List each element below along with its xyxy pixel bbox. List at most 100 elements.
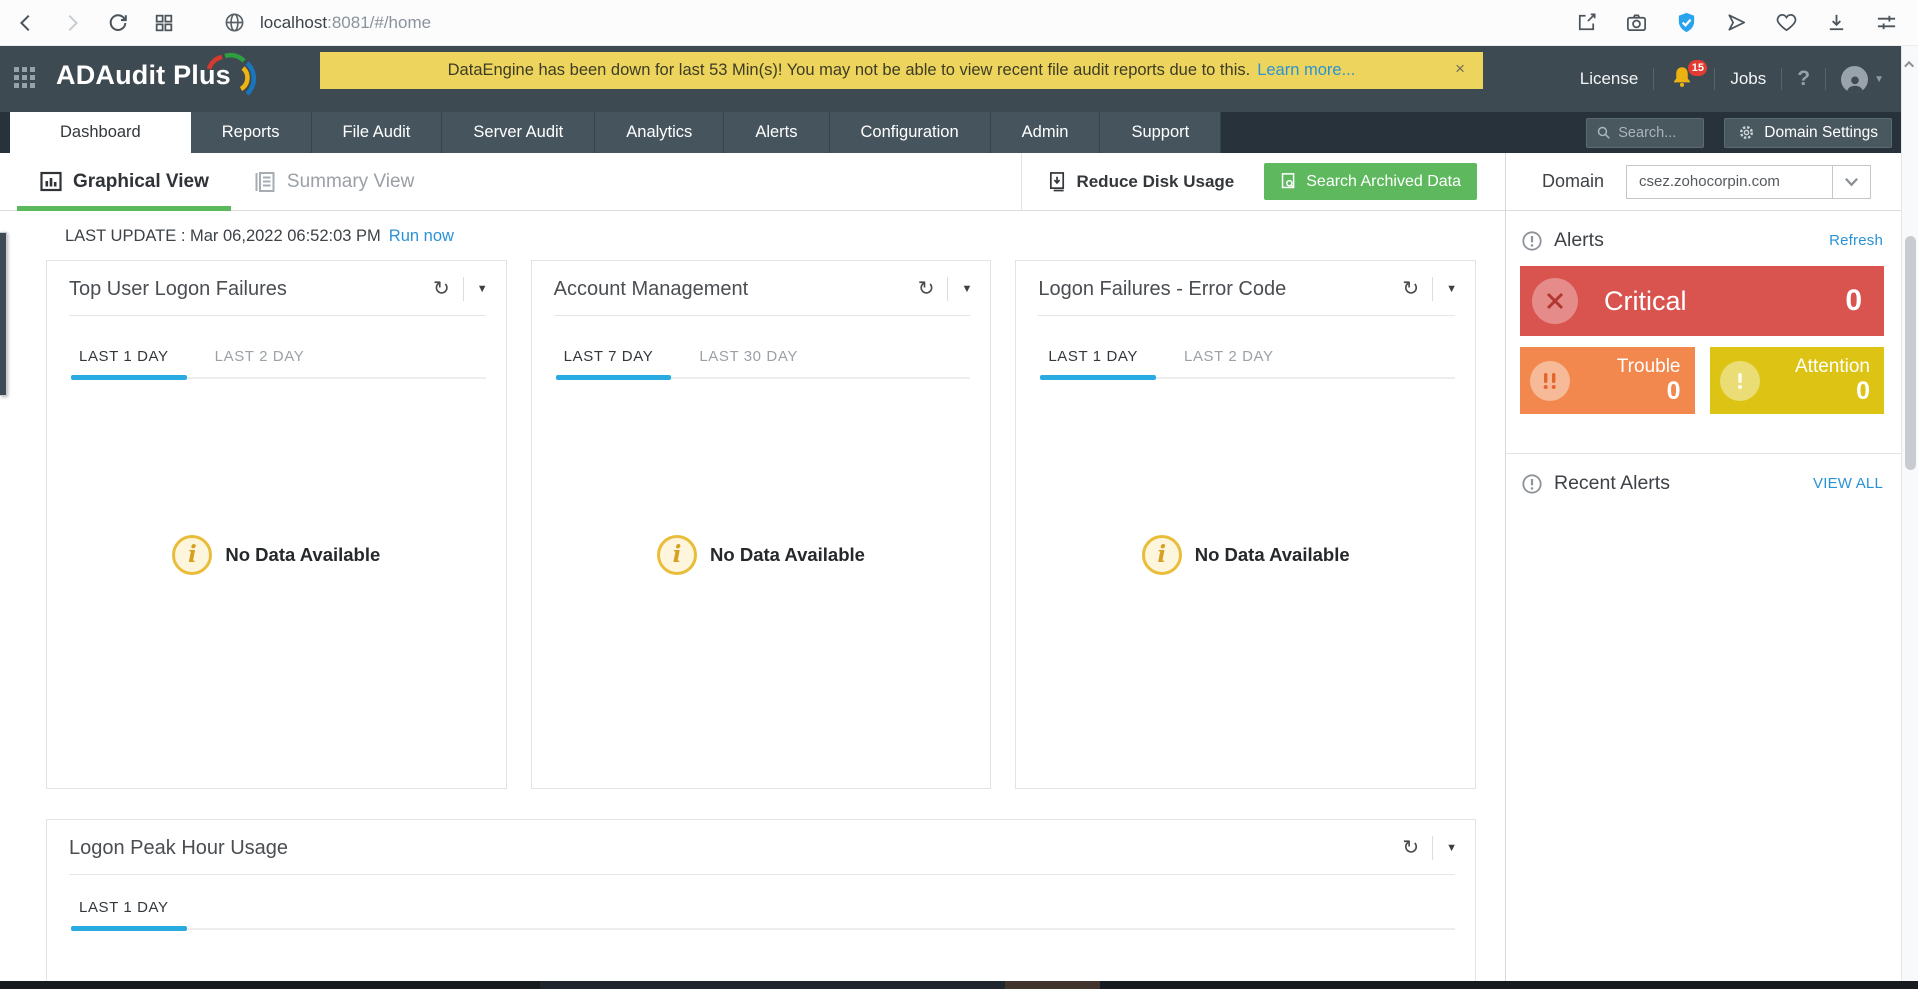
attention-label: Attention (1795, 357, 1870, 376)
edit-icon[interactable] (1574, 11, 1598, 35)
widget-tab-last-1-day[interactable]: LAST 1 DAY (71, 348, 187, 377)
shield-check-icon[interactable] (1674, 11, 1698, 35)
banner-close-icon[interactable]: × (1455, 59, 1465, 79)
widget-menu-caret-icon[interactable]: ▼ (477, 283, 488, 295)
widget-account-management: Account Management ↻ ▼ LAST 7 DAY LAST 3… (531, 260, 992, 789)
widget-period-tabs: LAST 1 DAY (71, 899, 1455, 930)
taskbar-segment (1005, 981, 1100, 989)
widget-menu-caret-icon[interactable]: ▼ (1446, 842, 1457, 854)
nav-tab-analytics[interactable]: Analytics (595, 112, 724, 153)
domain-selector-row: Domain csez.zohocorpin.com (1506, 153, 1901, 211)
widget-refresh-icon[interactable]: ↻ (433, 279, 450, 299)
trouble-exclaim-icon (1530, 361, 1570, 401)
widget-action-separator (463, 277, 464, 301)
search-box[interactable] (1586, 118, 1704, 148)
widget-tab-last-30-day[interactable]: LAST 30 DAY (671, 348, 816, 377)
search-archived-data-label: Search Archived Data (1306, 173, 1461, 191)
widget-title: Account Management (554, 278, 749, 301)
widget-menu-caret-icon[interactable]: ▼ (961, 283, 972, 295)
attention-alerts-tile[interactable]: Attention 0 (1710, 347, 1885, 414)
jobs-link[interactable]: Jobs (1730, 69, 1766, 89)
scrollbar-thumb[interactable] (1905, 236, 1916, 470)
search-archived-data-button[interactable]: Search Archived Data (1264, 163, 1477, 200)
camera-icon[interactable] (1624, 11, 1648, 35)
critical-count: 0 (1845, 284, 1862, 318)
tab-graphical-view[interactable]: Graphical View (17, 153, 231, 210)
widget-title: Top User Logon Failures (69, 278, 287, 301)
alert-circle-icon (1521, 473, 1543, 495)
forward-icon[interactable] (60, 11, 84, 35)
user-menu[interactable]: ▼ (1841, 66, 1884, 93)
reload-icon[interactable] (106, 11, 130, 35)
graphical-view-icon (39, 170, 63, 194)
dataengine-warning-banner: DataEngine has been down for last 53 Min… (320, 52, 1483, 89)
reduce-disk-icon (1048, 171, 1067, 192)
back-icon[interactable] (14, 11, 38, 35)
globe-icon[interactable] (222, 11, 246, 35)
nav-tab-admin[interactable]: Admin (991, 112, 1101, 153)
recent-alerts-title: Recent Alerts (1554, 472, 1670, 495)
help-icon[interactable]: ? (1797, 67, 1810, 91)
widget-action-separator (1432, 836, 1433, 860)
widget-tab-last-1-day[interactable]: LAST 1 DAY (71, 899, 187, 928)
chevron-down-icon[interactable] (1832, 166, 1870, 198)
send-icon[interactable] (1724, 11, 1748, 35)
widget-period-tabs: LAST 1 DAY LAST 2 DAY (1040, 348, 1455, 379)
nav-tab-file-audit[interactable]: File Audit (312, 112, 443, 153)
scrollbar-up-icon[interactable] (1902, 46, 1918, 82)
header-separator (1825, 68, 1826, 90)
nav-tab-configuration[interactable]: Configuration (830, 112, 991, 153)
nav-tab-alerts[interactable]: Alerts (724, 112, 829, 153)
tab-summary-view[interactable]: Summary View (231, 153, 436, 210)
nav-tab-reports[interactable]: Reports (191, 112, 312, 153)
view-all-link[interactable]: VIEW ALL (1813, 475, 1883, 492)
settings-sliders-icon[interactable] (1874, 11, 1898, 35)
user-caret-icon: ▼ (1874, 74, 1884, 85)
nav-tab-support[interactable]: Support (1100, 112, 1221, 153)
trouble-count: 0 (1617, 379, 1681, 404)
reduce-disk-usage-button[interactable]: Reduce Disk Usage (1048, 171, 1234, 192)
nav-tab-dashboard[interactable]: Dashboard (10, 112, 191, 153)
notifications-bell-icon[interactable]: 15 (1669, 64, 1699, 94)
widget-refresh-icon[interactable]: ↻ (1402, 838, 1419, 858)
domain-settings-label: Domain Settings (1764, 124, 1878, 142)
last-update-text: LAST UPDATE : Mar 06,2022 06:52:03 PM (65, 227, 381, 246)
nav-tab-server-audit[interactable]: Server Audit (442, 112, 595, 153)
alerts-header: Alerts Refresh (1506, 211, 1901, 264)
critical-alerts-banner[interactable]: Critical 0 (1520, 266, 1884, 336)
download-icon[interactable] (1824, 11, 1848, 35)
widget-title: Logon Peak Hour Usage (69, 837, 288, 860)
widget-tab-last-1-day[interactable]: LAST 1 DAY (1040, 348, 1156, 377)
logo-swoosh-icon (201, 50, 259, 100)
search-icon (1596, 125, 1611, 140)
summary-view-icon (253, 170, 277, 194)
left-panel-handle[interactable] (0, 232, 7, 396)
alert-circle-icon (1521, 230, 1543, 252)
url-path: :8081/#/home (327, 13, 431, 32)
favorites-heart-icon[interactable] (1774, 11, 1798, 35)
search-input[interactable] (1618, 125, 1698, 141)
domain-settings-button[interactable]: Domain Settings (1724, 118, 1892, 148)
address-bar[interactable]: localhost:8081/#/home (260, 13, 431, 33)
widget-tab-last-2-day[interactable]: LAST 2 DAY (1156, 348, 1292, 377)
app-logo[interactable]: ADAudit Plus (56, 60, 231, 91)
user-avatar-icon (1841, 66, 1868, 93)
archive-search-icon (1280, 172, 1297, 191)
apps-grid-icon[interactable] (14, 67, 40, 91)
widget-tab-last-7-day[interactable]: LAST 7 DAY (556, 348, 672, 377)
tab-grid-icon[interactable] (152, 11, 176, 35)
license-link[interactable]: License (1580, 69, 1639, 89)
page-scrollbar[interactable] (1901, 46, 1918, 989)
widget-tab-last-2-day[interactable]: LAST 2 DAY (187, 348, 323, 377)
trouble-alerts-tile[interactable]: Trouble 0 (1520, 347, 1695, 414)
widget-refresh-icon[interactable]: ↻ (1402, 279, 1419, 299)
summary-view-label: Summary View (287, 171, 414, 193)
widget-menu-caret-icon[interactable]: ▼ (1446, 283, 1457, 295)
widget-refresh-icon[interactable]: ↻ (918, 279, 935, 299)
banner-message: DataEngine has been down for last 53 Min… (448, 61, 1251, 80)
domain-dropdown[interactable]: csez.zohocorpin.com (1626, 165, 1871, 199)
run-now-link[interactable]: Run now (389, 227, 454, 246)
alerts-refresh-link[interactable]: Refresh (1829, 232, 1883, 249)
learn-more-link[interactable]: Learn more... (1257, 61, 1355, 80)
main-nav: Dashboard Reports File Audit Server Audi… (0, 112, 1918, 153)
